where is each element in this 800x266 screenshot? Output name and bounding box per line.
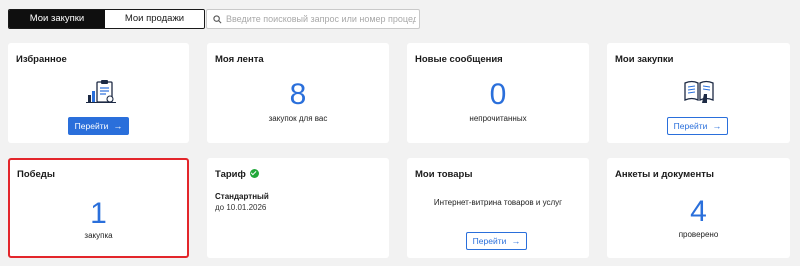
card-title: Мои товары	[415, 169, 473, 180]
card-feed[interactable]: Моя лента 8 закупок для вас	[207, 43, 389, 143]
card-goods: Мои товары Интернет-витрина товаров и ус…	[407, 158, 589, 258]
arrow-right-icon: →	[511, 236, 521, 246]
card-my-purchases: Мои закупки Перейти →	[607, 43, 790, 143]
card-title: Моя лента	[215, 54, 264, 65]
tab-my-sales[interactable]: Мои продажи	[105, 10, 204, 28]
tariff-title: Тариф	[215, 169, 246, 180]
card-title: Мои закупки	[615, 54, 674, 65]
card-favorites: Избранное Перейти →	[8, 43, 189, 143]
wins-count: 1	[90, 197, 107, 230]
forms-count: 4	[690, 195, 707, 228]
tab-switcher: Мои закупки Мои продажи	[8, 9, 205, 29]
tab-my-purchases[interactable]: Мои закупки	[9, 10, 105, 28]
button-label: Перейти	[673, 121, 708, 131]
segmented-control: Мои закупки Мои продажи	[8, 9, 205, 29]
card-title: Анкеты и документы	[615, 169, 714, 180]
card-wins[interactable]: Победы 1 закупка	[8, 158, 189, 258]
card-title: Избранное	[16, 54, 67, 65]
goods-go-button[interactable]: Перейти →	[466, 232, 527, 250]
goods-caption: Интернет-витрина товаров и услуг	[433, 198, 563, 207]
feed-count: 8	[289, 78, 307, 111]
arrow-right-icon: →	[712, 121, 722, 131]
arrow-right-icon: →	[113, 121, 123, 131]
search-icon	[213, 14, 222, 23]
button-label: Перейти	[74, 121, 109, 131]
search-input[interactable]	[226, 14, 416, 24]
card-messages[interactable]: Новые сообщения 0 непрочитанных	[407, 43, 589, 143]
search-box	[206, 9, 420, 29]
card-title: Победы	[17, 169, 55, 180]
open-book-icon	[683, 79, 715, 110]
card-title: Тариф	[215, 168, 259, 180]
wins-caption: закупка	[84, 231, 113, 240]
button-label: Перейти	[472, 236, 507, 246]
messages-caption: непрочитанных	[469, 114, 527, 123]
feed-caption: закупок для вас	[268, 114, 328, 123]
check-circle-icon	[249, 168, 259, 178]
favorites-go-button[interactable]: Перейти →	[68, 117, 129, 135]
my-purchases-go-button[interactable]: Перейти →	[667, 117, 728, 135]
card-forms-documents[interactable]: Анкеты и документы 4 проверено	[607, 158, 790, 258]
tariff-plan: Стандартный	[215, 192, 269, 201]
card-title: Новые сообщения	[415, 54, 503, 65]
messages-count: 0	[489, 78, 507, 111]
tariff-valid-until: до 10.01.2026	[215, 203, 267, 212]
clipboard-chart-icon	[86, 79, 118, 112]
forms-caption: проверено	[678, 230, 719, 239]
card-tariff[interactable]: Тариф Стандартный до 10.01.2026	[207, 158, 389, 258]
